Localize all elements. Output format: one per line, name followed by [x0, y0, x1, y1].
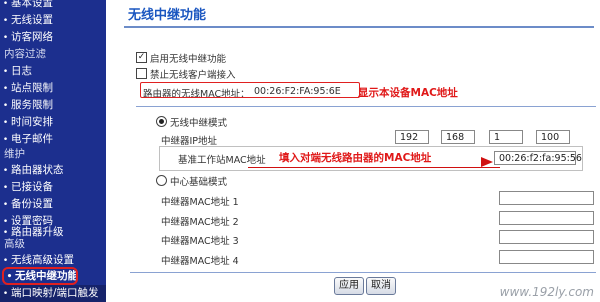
sidebar-item-label: 无线设置	[11, 14, 53, 26]
enable-repeater-label: 启用无线中继功能	[150, 54, 227, 65]
sidebar-section-label: 内容过滤	[4, 48, 46, 60]
repeater-ip-octet-1[interactable]: 192	[395, 130, 429, 144]
sidebar-section-maintenance: 维护	[0, 146, 110, 163]
router-mac-highlight	[140, 82, 360, 98]
sidebar-section-label: 高级	[4, 238, 25, 250]
repeater-mac-input-2[interactable]	[499, 211, 594, 225]
cancel-button[interactable]: 取消	[366, 277, 396, 295]
sidebar-item-logs[interactable]: • 日志	[0, 63, 106, 80]
sidebar-item-label: 路由器状态	[11, 164, 64, 176]
sidebar-section-label: 维护	[4, 148, 25, 160]
annotation-arrow-head	[481, 157, 493, 167]
sidebar-item-backup-settings[interactable]: • 备份设置	[0, 196, 106, 213]
repeater-mac-input-3[interactable]	[499, 230, 594, 244]
repeater-mac-input-1[interactable]	[499, 191, 594, 205]
base-station-mode-radio[interactable]	[156, 175, 167, 186]
base-mac-label: 基准工作站MAC地址	[178, 155, 266, 166]
main-panel: 无线中继功能 ✓ 启用无线中继功能 禁止无线客户端接入 路由器的无线MAC地址：…	[106, 0, 600, 302]
title-divider	[124, 26, 594, 28]
sidebar-item-label: 日志	[11, 65, 32, 77]
repeater-ip-octet-3[interactable]: 1	[489, 130, 523, 144]
watermark: www.192ly.com	[499, 285, 594, 299]
repeater-mode-label: 无线中继模式	[170, 118, 228, 129]
sidebar-item-basic-settings[interactable]: • 基本设置	[0, 0, 106, 12]
repeater-mac-label-3: 中继器MAC地址 3	[161, 236, 239, 247]
repeater-ip-octet-4[interactable]: 100	[536, 130, 570, 144]
annotation-fill-mac: 填入对端无线路由器的MAC地址	[279, 152, 432, 164]
page-title: 无线中继功能	[128, 8, 207, 23]
repeater-mode-radio[interactable]	[156, 116, 167, 127]
enable-repeater-checkbox[interactable]: ✓	[136, 52, 147, 63]
footer-divider	[130, 272, 596, 273]
sidebar-nav: • 基本设置 • 无线设置 • 访客网络 内容过滤 • 日志 • 站点限制 • 服务限制 •…	[0, 0, 106, 302]
sidebar-item-label: 访客网络	[11, 31, 53, 43]
sidebar-item-wireless-settings[interactable]: • 无线设置	[0, 12, 106, 29]
disable-client-label: 禁止无线客户端接入	[150, 70, 236, 81]
sidebar-item-label: 基本设置	[11, 0, 53, 9]
disable-client-checkbox[interactable]	[136, 68, 147, 79]
sidebar-item-attached-devices[interactable]: • 已接设备	[0, 179, 106, 196]
sidebar-item-service-restriction[interactable]: • 服务限制	[0, 97, 106, 114]
sidebar-item-schedule[interactable]: • 时间安排	[0, 114, 106, 131]
annotation-arrow-line	[248, 167, 500, 168]
sidebar-section-advanced: 高级	[0, 236, 110, 253]
sidebar-item-label: 时间安排	[11, 116, 53, 128]
sidebar-item-wireless-repeater[interactable]: • 无线中继功能	[2, 267, 78, 285]
sidebar-item-port-forwarding[interactable]: • 端口映射/端口触发	[0, 285, 106, 302]
sidebar-item-site-restriction[interactable]: • 站点限制	[0, 80, 106, 97]
repeater-mac-label-2: 中继器MAC地址 2	[161, 217, 239, 228]
apply-button[interactable]: 应用	[334, 277, 364, 295]
repeater-mac-label-1: 中继器MAC地址 1	[161, 197, 239, 208]
base-mac-input[interactable]: 00:26:f2:fa:95:56	[494, 151, 582, 165]
sidebar-item-guest-network[interactable]: • 访客网络	[0, 29, 106, 46]
sidebar-item-label: 无线中继功能	[15, 270, 78, 282]
sidebar-item-label: 备份设置	[11, 198, 53, 210]
section-divider	[136, 106, 596, 107]
base-station-mode-label: 中心基础模式	[170, 177, 228, 188]
annotation-show-mac: 显示本设备MAC地址	[358, 87, 458, 99]
sidebar-item-label: 端口映射/端口触发	[11, 287, 99, 299]
repeater-mac-input-4[interactable]	[499, 250, 594, 264]
repeater-ip-label: 中继器IP地址	[161, 136, 218, 147]
sidebar-item-label: 无线高级设置	[11, 254, 74, 266]
sidebar-item-label: 站点限制	[11, 82, 53, 94]
sidebar-item-label: 已接设备	[11, 181, 53, 193]
repeater-ip-octet-2[interactable]: 168	[441, 130, 475, 144]
sidebar-item-router-status[interactable]: • 路由器状态	[0, 162, 106, 179]
sidebar-item-label: 服务限制	[11, 99, 53, 111]
repeater-mac-label-4: 中继器MAC地址 4	[161, 256, 239, 267]
sidebar-item-label: 电子邮件	[11, 133, 53, 145]
sidebar-section-content-filter: 内容过滤	[0, 46, 110, 63]
